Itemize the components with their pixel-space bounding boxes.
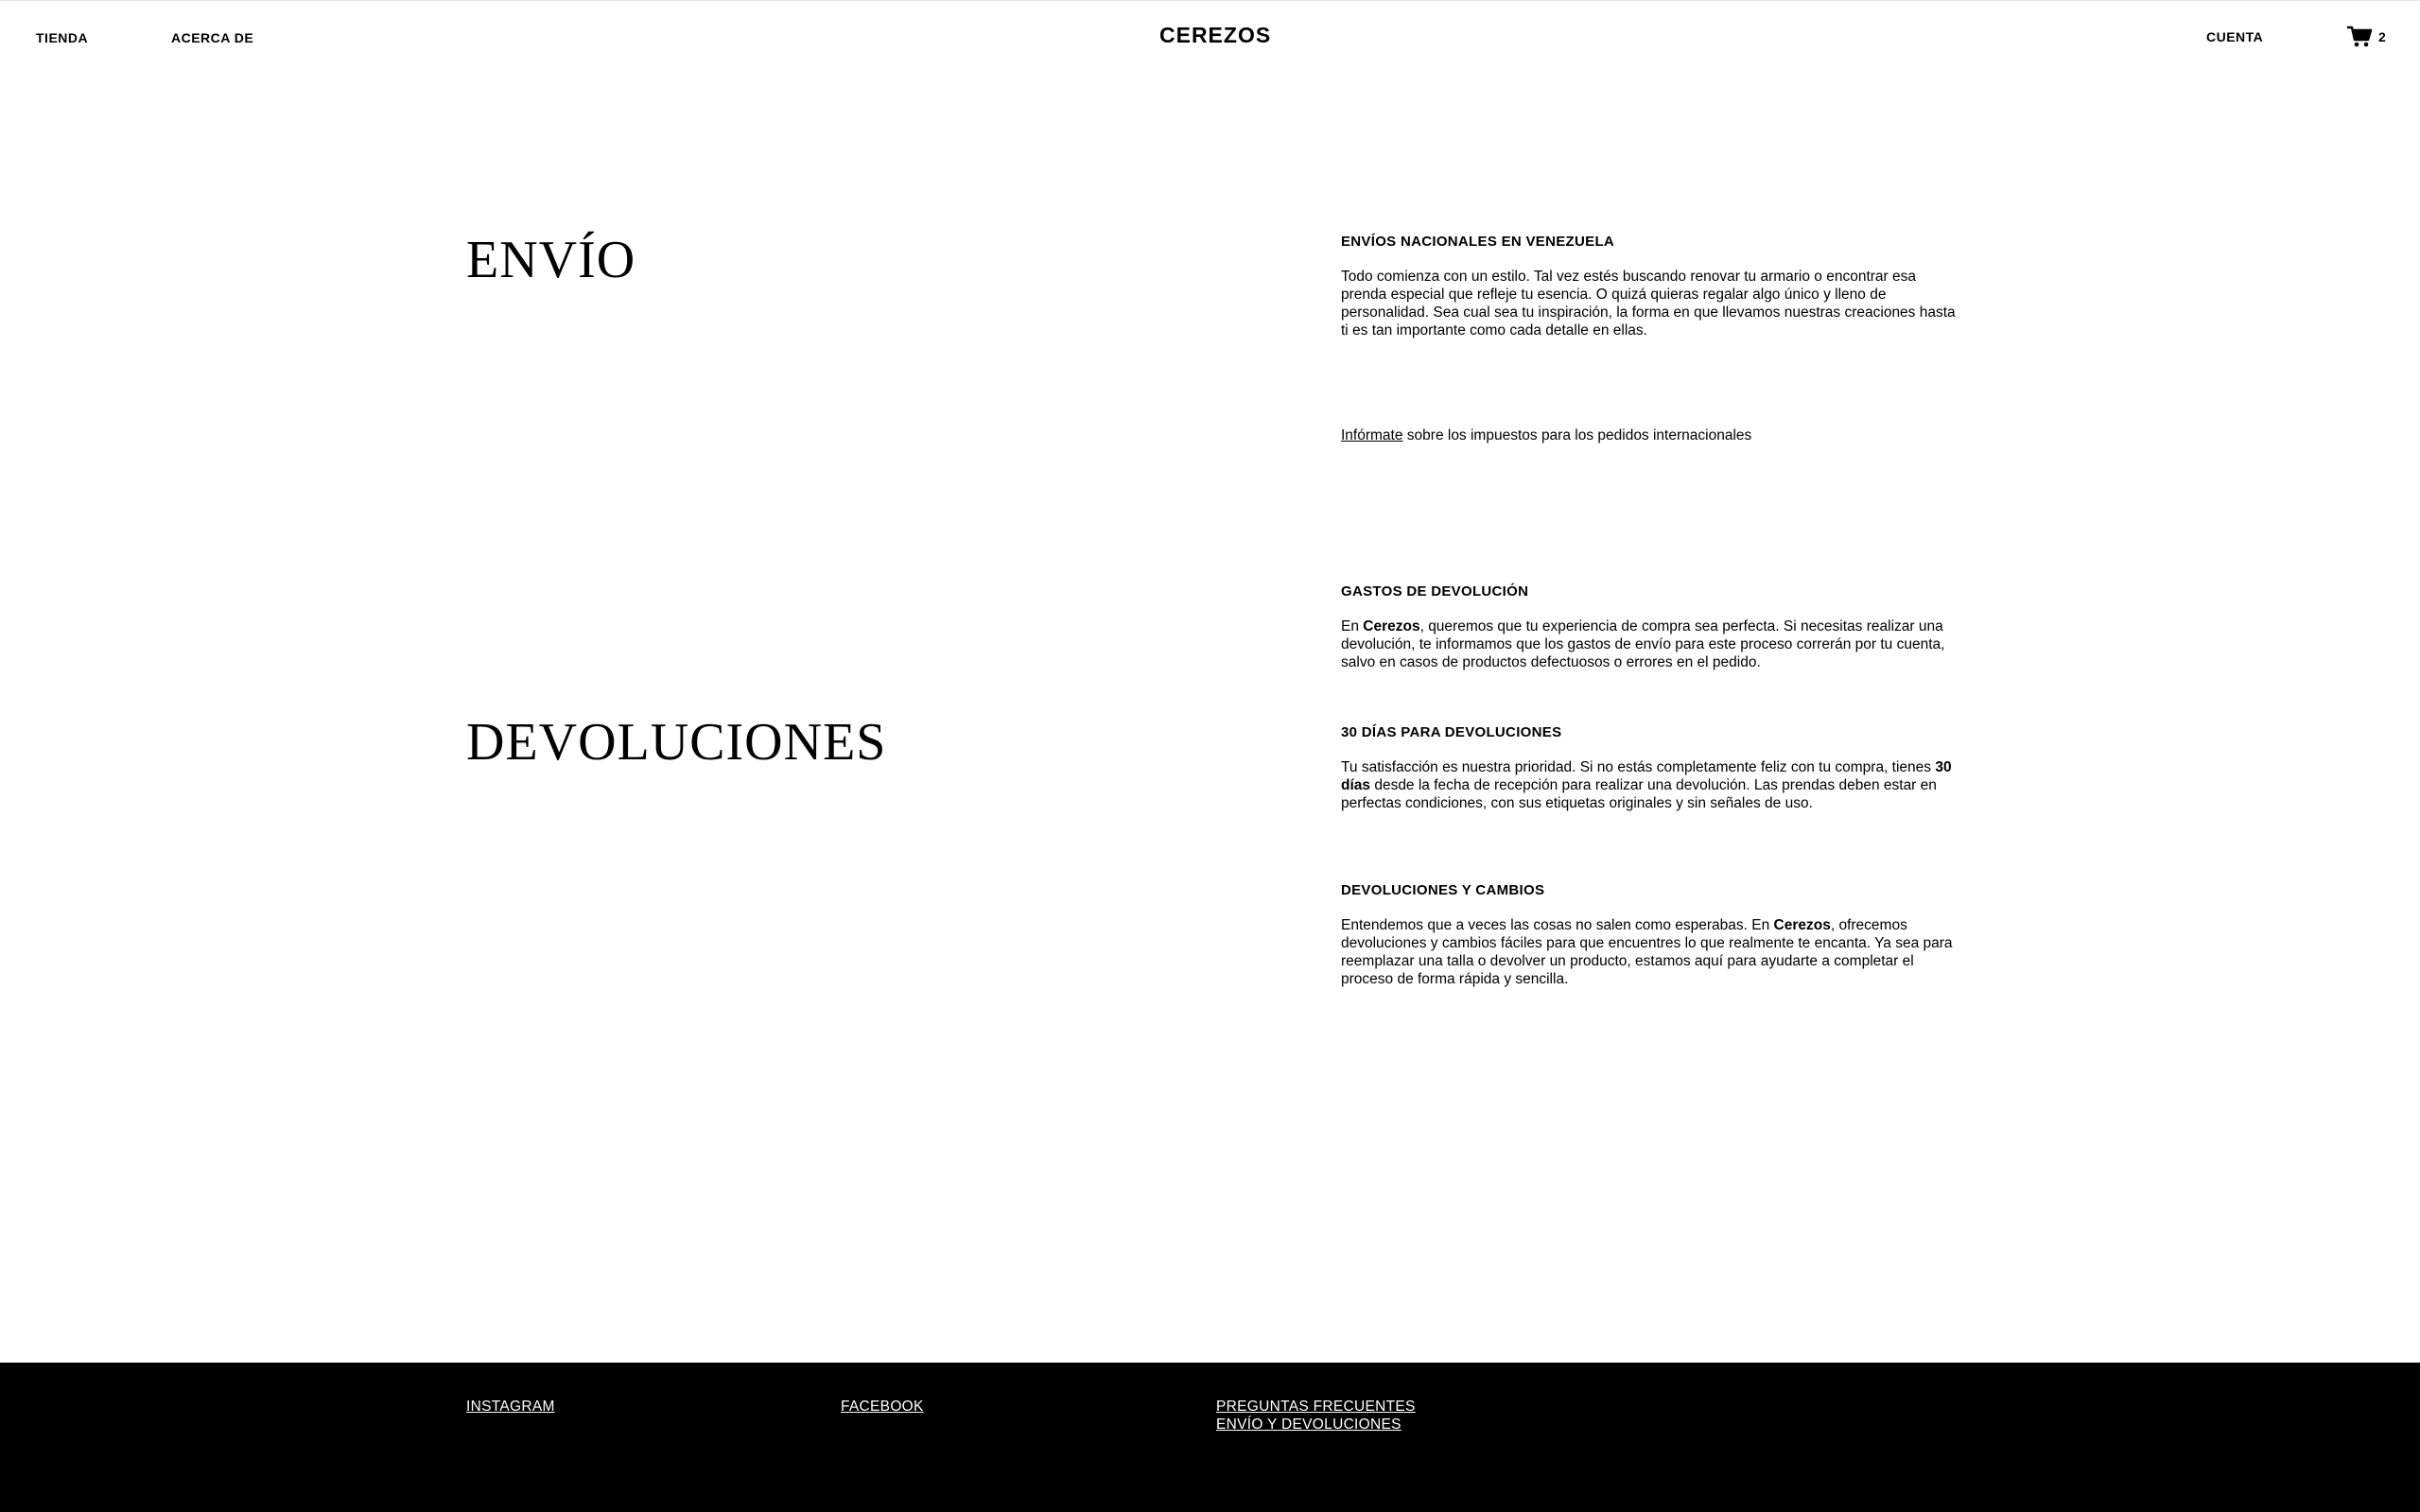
international-tax-note: Infórmate sobre los impuestos para los p… bbox=[1341, 426, 1956, 444]
national-shipping-heading: ENVÍOS NACIONALES EN VENEZUELA bbox=[1341, 234, 1615, 250]
site-footer: INSTAGRAM FACEBOOK PREGUNTAS FRECUENTES … bbox=[0, 1363, 2420, 1512]
returns-title: DEVOLUCIONES bbox=[466, 713, 887, 772]
return-days-prefix: Tu satisfacción es nuestra prioridad. Si… bbox=[1341, 759, 1936, 775]
exchange-text: Entendemos que a veces las cosas no sale… bbox=[1341, 916, 1956, 988]
cart-button[interactable]: 2 bbox=[2346, 26, 2386, 48]
cart-count-badge: 2 bbox=[2378, 29, 2386, 44]
shipping-returns-link[interactable]: ENVÍO Y DEVOLUCIONES bbox=[1216, 1416, 1402, 1434]
account-link[interactable]: CUENTA bbox=[2206, 29, 2263, 44]
tax-info-text: sobre los impuestos para los pedidos int… bbox=[1402, 427, 1752, 443]
return-costs-brand: Cerezos bbox=[1363, 618, 1420, 634]
faq-link[interactable]: PREGUNTAS FRECUENTES bbox=[1216, 1399, 1416, 1416]
national-shipping-text: Todo comienza con un estilo. Tal vez est… bbox=[1341, 269, 1956, 339]
shipping-title: ENVÍO bbox=[466, 231, 636, 289]
brand-logo[interactable]: CEREZOS bbox=[1159, 23, 1271, 48]
nav-link-tienda[interactable]: TIENDA bbox=[36, 30, 88, 45]
top-border bbox=[0, 0, 2420, 1]
exchange-prefix: Entendemos que a veces las cosas no sale… bbox=[1341, 917, 1774, 933]
exchange-brand: Cerezos bbox=[1773, 917, 1831, 933]
return-costs-body: , queremos que tu experiencia de compra … bbox=[1341, 618, 1945, 670]
return-days-suffix: desde la fecha de recepción para realiza… bbox=[1341, 777, 1937, 811]
nav-link-acerca-de[interactable]: ACERCA DE bbox=[171, 30, 253, 45]
exchange-heading: DEVOLUCIONES Y CAMBIOS bbox=[1341, 882, 1545, 898]
return-days-heading: 30 DÍAS PARA DEVOLUCIONES bbox=[1341, 724, 1562, 740]
instagram-link[interactable]: INSTAGRAM bbox=[466, 1399, 555, 1416]
facebook-link[interactable]: FACEBOOK bbox=[841, 1399, 924, 1416]
shopping-cart-icon bbox=[2347, 26, 2373, 47]
return-days-text: Tu satisfacción es nuestra prioridad. Si… bbox=[1341, 758, 1956, 812]
return-costs-prefix: En bbox=[1341, 618, 1364, 634]
return-costs-text: En Cerezos, queremos que tu experiencia … bbox=[1341, 617, 1956, 671]
return-costs-heading: GASTOS DE DEVOLUCIÓN bbox=[1341, 583, 1529, 600]
tax-info-link[interactable]: Infórmate bbox=[1341, 427, 1402, 443]
